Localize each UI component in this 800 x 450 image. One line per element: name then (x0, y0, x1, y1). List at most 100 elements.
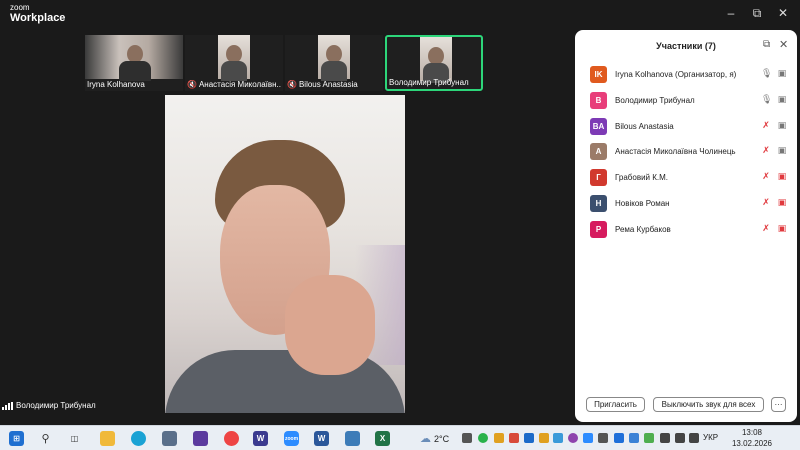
avatar: Н (590, 194, 607, 212)
clock-time: 13:08 (741, 428, 763, 437)
camera-off-icon[interactable]: ▣ (775, 197, 789, 209)
volume-icon[interactable] (689, 433, 699, 443)
mic-muted-icon[interactable]: ✗ (761, 120, 771, 132)
chrome-icon[interactable] (224, 431, 239, 446)
mute-all-button[interactable]: Выключить звук для всех (653, 397, 764, 412)
thumbnail-label: Iryna Kolhanova (87, 80, 181, 89)
invite-button[interactable]: Пригласить (586, 397, 645, 412)
active-speaker-name: Володимир Трибунал (16, 401, 96, 410)
tray-app-icon[interactable] (524, 433, 534, 443)
main-speaker-video[interactable] (165, 95, 405, 413)
mic-muted-icon[interactable]: ✗ (761, 223, 771, 235)
webex-icon[interactable]: W (253, 431, 268, 446)
person-body (119, 61, 151, 81)
excel-icon[interactable]: X (375, 431, 390, 446)
thumbnail-volodymyr[interactable]: Володимир Трибунал (385, 35, 483, 91)
task-view-icon[interactable]: ◫ (67, 431, 82, 446)
popout-icon[interactable]: ⧉ (763, 39, 770, 50)
participant-name: Новіков Роман (615, 198, 670, 208)
camera-on-icon[interactable]: ▣ (775, 145, 789, 157)
thumbnail-label: 🔇 Bilous Anastasia (287, 80, 381, 89)
search-icon[interactable]: ⚲ (38, 431, 53, 446)
mic-muted-icon: 🔇 (187, 80, 197, 89)
participant-name: Грабовий К.М. (615, 173, 668, 183)
thumbnail-iryna[interactable]: Iryna Kolhanova (85, 35, 183, 91)
tray-app-icon[interactable] (553, 433, 563, 443)
whatsapp-icon[interactable] (478, 433, 488, 443)
avatar: Г (590, 169, 607, 187)
tray-app-icon[interactable] (539, 433, 549, 443)
notepad-icon[interactable] (162, 431, 177, 446)
close-icon[interactable]: ✕ (775, 6, 791, 20)
mic-muted-icon[interactable]: ✗ (761, 171, 771, 183)
zoom-app-window: zoom Workplace – ⧉ ✕ Iryna Kolhanova 🔇 А… (0, 0, 800, 425)
camera-on-icon[interactable]: ▣ (775, 120, 789, 132)
camera-on-icon[interactable]: ▣ (775, 94, 789, 106)
windows-taskbar: ⊞ ⚲ ◫ W zoom W X ☁ 2°C УКР 13:08 13.02.2… (0, 425, 800, 450)
mic-on-icon[interactable]: 🎙 (761, 94, 772, 106)
speaker-hand (285, 275, 375, 375)
bluetooth-icon[interactable] (614, 433, 624, 443)
photos-icon[interactable] (345, 431, 360, 446)
language-indicator[interactable]: УКР (703, 433, 718, 442)
participant-row[interactable]: Г Грабовий К.М. ✗ ▣ (575, 167, 797, 193)
tray-app-icon[interactable] (629, 433, 639, 443)
tray-app-icon[interactable] (660, 433, 670, 443)
thumbnail-name: Анастасія Миколаївн... (198, 80, 281, 89)
participant-name: Iryna Kolhanova (Организатор, я) (615, 70, 737, 79)
camera-off-icon[interactable]: ▣ (775, 223, 789, 235)
cloud-icon: ☁ (420, 433, 431, 445)
word-icon[interactable]: W (314, 431, 329, 446)
camera-on-icon[interactable]: ▣ (775, 68, 789, 80)
thumbnail-name: Bilous Anastasia (298, 80, 358, 89)
logo-bottom-text: Workplace (10, 12, 66, 24)
thumbnail-bilous[interactable]: 🔇 Bilous Anastasia (285, 35, 383, 91)
signal-icon (2, 401, 13, 410)
tray-app-icon[interactable] (598, 433, 608, 443)
steam-icon[interactable] (462, 433, 472, 443)
minimize-icon[interactable]: – (723, 6, 739, 20)
avatar: BA (590, 117, 607, 135)
zoom-taskbar-icon[interactable]: zoom (284, 431, 299, 446)
more-options-button[interactable]: ··· (771, 397, 786, 412)
tray-app-icon[interactable] (509, 433, 519, 443)
participant-thumbnails: Iryna Kolhanova 🔇 Анастасія Миколаївн...… (85, 35, 483, 91)
close-panel-icon[interactable]: ✕ (779, 38, 788, 51)
edge-icon[interactable] (131, 431, 146, 446)
tray-app-icon[interactable] (568, 433, 578, 443)
participant-name: Рема Курбаков (615, 224, 671, 234)
zoom-tray-icon[interactable] (583, 433, 593, 443)
video-feed (218, 35, 250, 81)
weather-widget[interactable]: ☁ 2°C (420, 432, 449, 445)
clock-date: 13.02.2026 (731, 439, 773, 448)
mic-muted-icon[interactable]: ✗ (761, 145, 771, 157)
active-speaker-label: Володимир Трибунал (2, 401, 96, 410)
participant-row[interactable]: В Володимир Трибунал 🎙 ▣ (575, 90, 797, 116)
warning-icon[interactable] (494, 433, 504, 443)
logo-top-text: zoom (10, 3, 30, 12)
file-explorer-icon[interactable] (100, 431, 115, 446)
mic-on-icon[interactable]: 🎙 (761, 68, 772, 80)
participant-name: Володимир Трибунал (615, 95, 695, 105)
mic-muted-icon: 🔇 (287, 80, 297, 89)
title-bar: zoom Workplace – ⧉ ✕ (0, 0, 800, 28)
network-icon[interactable] (675, 433, 685, 443)
tray-app-icon[interactable] (644, 433, 654, 443)
avatar: В (590, 91, 607, 109)
avatar: А (590, 143, 607, 161)
participant-name: Bilous Anastasia (615, 121, 674, 131)
speaker-hoodie (165, 350, 405, 413)
participant-row[interactable]: IK Iryna Kolhanova (Организатор, я) 🎙 ▣ (575, 64, 797, 90)
participant-row[interactable]: Р Рема Курбаков ✗ ▣ (575, 219, 797, 245)
camera-off-icon[interactable]: ▣ (775, 171, 789, 183)
participant-row[interactable]: Н Новіков Роман ✗ ▣ (575, 193, 797, 219)
clock[interactable]: 13:08 13.02.2026 (727, 427, 777, 449)
participant-row[interactable]: А Анастасія Миколаївна Чолинець ✗ ▣ (575, 141, 797, 167)
save-app-icon[interactable] (193, 431, 208, 446)
mic-muted-icon[interactable]: ✗ (761, 197, 771, 209)
thumbnail-anastasia-m[interactable]: 🔇 Анастасія Миколаївн... (185, 35, 283, 91)
start-icon[interactable]: ⊞ (9, 431, 24, 446)
restore-icon[interactable]: ⧉ (749, 6, 765, 20)
weather-temp: 2°C (434, 433, 450, 444)
participant-row[interactable]: BA Bilous Anastasia ✗ ▣ (575, 116, 797, 142)
